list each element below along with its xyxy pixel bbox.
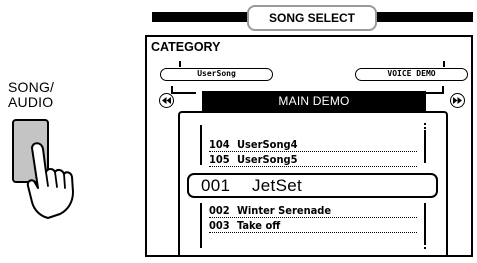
list-item[interactable]: 002 Winter Serenade (209, 204, 331, 217)
song-number: 002 (209, 204, 230, 217)
selected-song-name: JetSet (252, 176, 302, 195)
row-divider (209, 217, 417, 218)
row-divider (209, 151, 417, 152)
list-item[interactable]: 003 Take off (209, 219, 280, 232)
song-number: 104 (209, 138, 230, 151)
pointing-hand-icon (26, 142, 74, 219)
song-name: UserSong4 (237, 138, 298, 151)
song-name: Winter Serenade (237, 204, 332, 217)
right-bracket (425, 86, 444, 94)
fast-forward-icon[interactable] (450, 93, 465, 108)
category-label: CATEGORY (151, 40, 221, 54)
song-number: 105 (209, 153, 230, 166)
left-bracket (171, 86, 196, 94)
row-divider (209, 232, 417, 233)
list-side-line-left (200, 125, 202, 165)
category-option-voice-demo[interactable]: VOICE DEMO (355, 68, 468, 81)
selected-song[interactable]: 001 JetSet (187, 173, 438, 198)
song-number: 003 (209, 219, 230, 232)
row-divider (209, 166, 417, 167)
rewind-icon[interactable] (159, 93, 174, 108)
list-side-line-left-lower (200, 203, 202, 248)
list-side-line-right (424, 130, 426, 163)
list-side-line-right-lower (424, 203, 426, 243)
song-name: UserSong5 (237, 153, 298, 166)
current-category: MAIN DEMO (202, 91, 426, 111)
category-option-usersong[interactable]: UserSong (160, 68, 273, 81)
scroll-dots-bottom (424, 243, 426, 251)
song-select-title: SONG SELECT (247, 5, 377, 31)
song-name: Take off (237, 219, 281, 232)
list-item[interactable]: 105 UserSong5 (209, 153, 297, 166)
right-pill-tick (443, 61, 445, 67)
song-audio-label: SONG/ AUDIO (8, 80, 54, 110)
list-item[interactable]: 104 UserSong4 (209, 138, 297, 151)
scroll-dots-top (424, 123, 426, 131)
song-audio-label-line2: AUDIO (8, 94, 54, 110)
left-pill-tick (179, 61, 181, 67)
selected-song-number: 001 (201, 176, 231, 195)
song-audio-label-line1: SONG/ (8, 79, 55, 95)
